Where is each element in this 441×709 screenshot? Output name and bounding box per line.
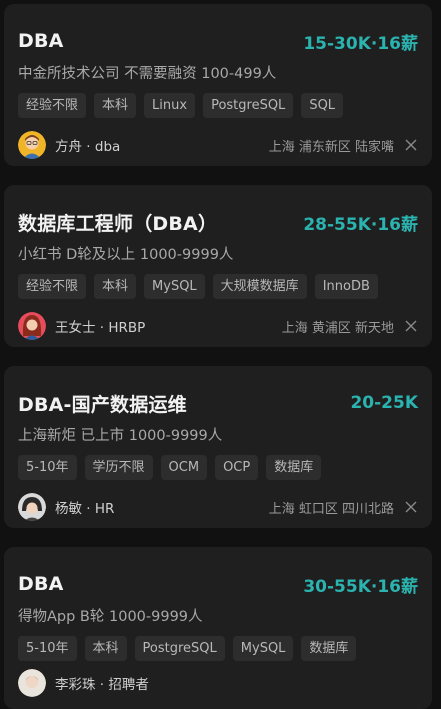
job-card[interactable]: DBA 30-55K·16薪 得物App B轮 1000-9999人 5-10年… [4,547,432,709]
recruiter-name: 方舟 · dba [55,139,121,155]
job-tag: PostgreSQL [134,636,225,661]
job-title: 数据库工程师（DBA） [18,212,218,235]
job-salary: 15-30K·16薪 [303,33,418,54]
job-tag: 经验不限 [18,93,87,118]
job-salary: 20-25K [350,393,418,413]
job-tag: 本科 [94,93,137,118]
job-title: DBA [18,30,64,52]
company-info: 小红书 D轮及以上 1000-9999人 [18,247,234,263]
company-info: 得物App B轮 1000-9999人 [18,609,203,625]
recruiter-avatar [18,669,46,697]
job-tag: 学历不限 [84,455,153,480]
job-tag: 5-10年 [18,636,77,661]
job-title: DBA-国产数据运维 [18,393,187,416]
job-tag: MySQL [232,636,294,661]
job-list: DBA 15-30K·16薪 中金所技术公司 不需要融资 100-499人 经验… [0,0,441,709]
tag-list: 5-10年 本科 PostgreSQL MySQL 数据库 [18,636,357,661]
job-card[interactable]: DBA 15-30K·16薪 中金所技术公司 不需要融资 100-499人 经验… [4,4,432,166]
job-tag: 大规模数据库 [212,274,307,299]
job-tag: 本科 [84,636,127,661]
job-tag: 5-10年 [18,455,77,480]
job-salary: 28-55K·16薪 [303,214,418,235]
recruiter: 方舟 · dba [18,131,120,159]
job-tag: 数据库 [301,636,357,661]
recruiter: 李彩珠 · 招聘者 [18,669,149,697]
job-tag: Linux [144,93,196,118]
tag-list: 5-10年 学历不限 OCM OCP 数据库 [18,455,322,480]
job-card[interactable]: 数据库工程师（DBA） 28-55K·16薪 小红书 D轮及以上 1000-99… [4,185,432,347]
job-tag: SQL [301,93,344,118]
company-info: 上海新炬 已上市 1000-9999人 [18,428,223,444]
job-salary: 30-55K·16薪 [303,576,418,597]
close-icon[interactable] [404,500,418,514]
job-title: DBA [18,573,64,595]
job-tag: InnoDB [314,274,378,299]
recruiter: 王女士 · HRBP [18,312,145,340]
job-tag: PostgreSQL [203,93,294,118]
recruiter-name: 杨敏 · HR [55,501,115,517]
close-icon[interactable] [404,319,418,333]
job-tag: MySQL [144,274,205,299]
job-location: 上海 黄浦区 新天地 [281,320,394,336]
job-location: 上海 浦东新区 陆家嘴 [268,139,394,155]
company-info: 中金所技术公司 不需要融资 100-499人 [18,66,277,82]
recruiter-name: 王女士 · HRBP [55,320,146,336]
job-card[interactable]: DBA-国产数据运维 20-25K 上海新炬 已上市 1000-9999人 5-… [4,366,432,528]
close-icon[interactable] [404,138,418,152]
recruiter: 杨敏 · HR [18,493,114,521]
job-tag: 数据库 [266,455,322,480]
job-location: 上海 虹口区 四川北路 [268,501,394,517]
job-tag: 经验不限 [18,274,87,299]
job-tag: OCP [215,455,259,480]
recruiter-name: 李彩珠 · 招聘者 [55,677,149,693]
recruiter-avatar [18,312,46,340]
job-tag: OCM [160,455,208,480]
tag-list: 经验不限 本科 MySQL 大规模数据库 InnoDB [18,274,378,299]
tag-list: 经验不限 本科 Linux PostgreSQL SQL [18,93,344,118]
recruiter-avatar [18,131,46,159]
recruiter-avatar [18,493,46,521]
job-tag: 本科 [94,274,137,299]
